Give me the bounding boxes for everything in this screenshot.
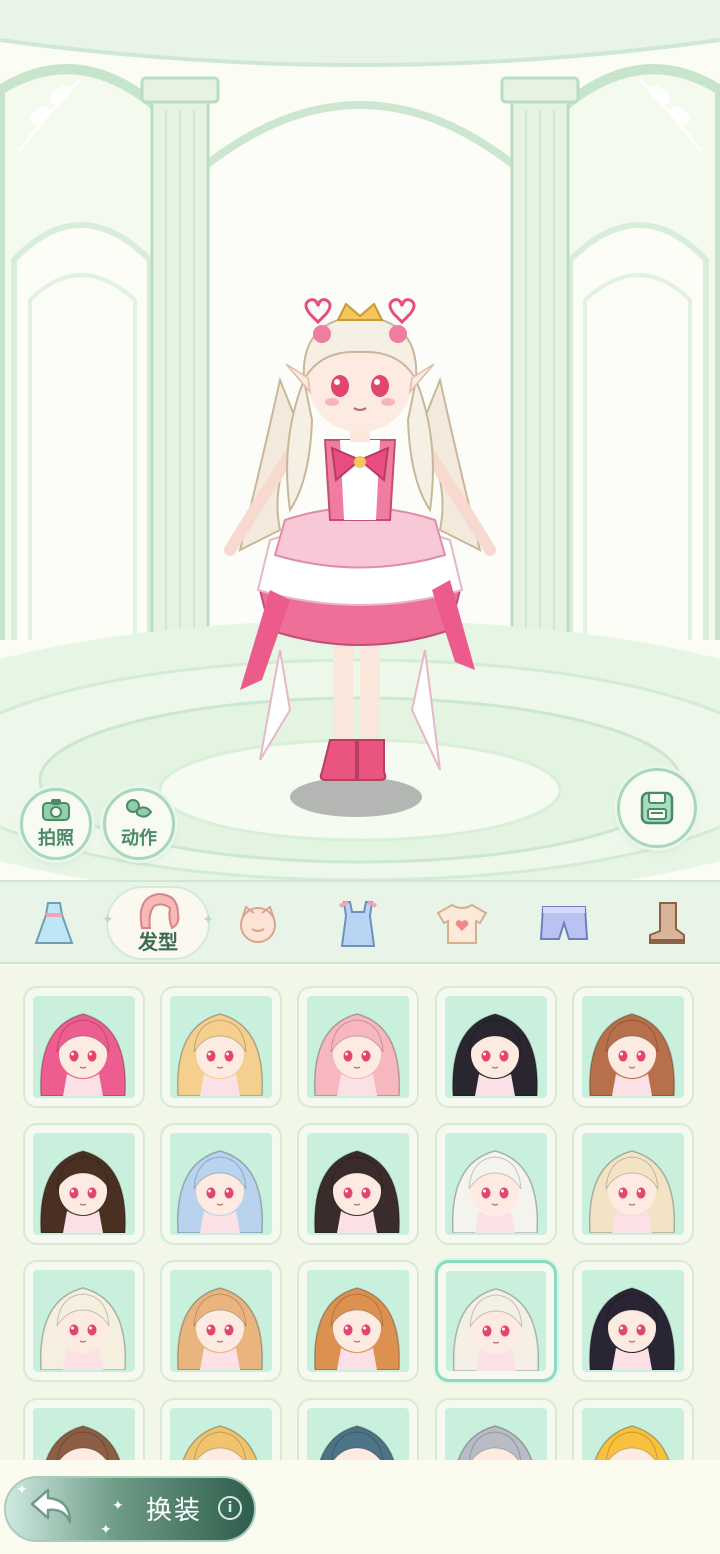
hair-preview-icon xyxy=(451,1150,539,1234)
info-icon[interactable]: i xyxy=(218,1496,242,1520)
hairstyle-option[interactable] xyxy=(572,986,694,1108)
hairstyle-thumbnail xyxy=(307,1270,409,1372)
hair-preview-icon xyxy=(176,1287,264,1371)
hairstyle-thumbnail xyxy=(170,1408,272,1460)
hair-preview-icon xyxy=(588,1150,676,1234)
tshirt-icon xyxy=(436,903,488,944)
hair-preview-icon xyxy=(452,1288,540,1371)
hair-preview-icon xyxy=(39,1287,127,1371)
hairstyle-option[interactable] xyxy=(297,1398,419,1460)
hairstyle-option[interactable] xyxy=(160,986,282,1108)
hairstyle-option[interactable] xyxy=(23,1123,145,1245)
hair-preview-icon xyxy=(313,1287,401,1371)
outfit-title: 换装 xyxy=(146,1496,203,1526)
hairstyle-thumbnail xyxy=(33,1133,135,1235)
character-avatar[interactable] xyxy=(200,290,520,830)
back-arrow-icon[interactable] xyxy=(28,1486,74,1526)
hairstyle-option[interactable] xyxy=(572,1398,694,1460)
boot-icon xyxy=(649,902,685,944)
hairstyle-option[interactable] xyxy=(160,1398,282,1460)
hairstyle-option[interactable] xyxy=(23,1398,145,1460)
hairstyle-option[interactable] xyxy=(435,1398,557,1460)
hairstyle-thumbnail xyxy=(582,1133,684,1235)
hairstyle-option[interactable] xyxy=(160,1260,282,1382)
overalls-icon xyxy=(339,900,377,947)
hair-preview-icon xyxy=(45,1425,121,1460)
hairstyle-thumbnail xyxy=(582,996,684,1098)
dressup-stage: 拍照 动作 xyxy=(0,0,720,880)
hairstyle-thumbnail xyxy=(445,1133,547,1235)
hairstyle-thumbnail xyxy=(170,996,272,1098)
hair-preview-icon xyxy=(594,1425,670,1460)
hairstyle-option[interactable] xyxy=(435,986,557,1108)
action-label: 动作 xyxy=(121,828,157,849)
photo-label: 拍照 xyxy=(38,828,74,849)
hair-preview-icon xyxy=(176,1150,264,1234)
hairstyle-thumbnail xyxy=(445,996,547,1098)
hairstyle-thumbnail xyxy=(307,1408,409,1460)
tab-face[interactable] xyxy=(228,888,288,958)
hairstyle-thumbnail xyxy=(446,1271,546,1371)
hair-preview-icon xyxy=(451,1013,539,1097)
hair-preview-icon xyxy=(39,1150,127,1234)
hairstyle-thumbnail xyxy=(307,996,409,1098)
hair-preview-icon xyxy=(182,1425,258,1460)
sparkle-icon: ✦ xyxy=(100,1522,112,1538)
hair-preview-icon xyxy=(588,1287,676,1371)
hairstyle-thumbnail xyxy=(307,1133,409,1235)
hairstyle-option[interactable] xyxy=(435,1123,557,1245)
hair-preview-icon xyxy=(588,1013,676,1097)
tab-top[interactable] xyxy=(432,888,492,958)
hairstyle-thumbnail xyxy=(33,1270,135,1372)
dress-icon xyxy=(34,902,74,944)
bottom-bar: ✦ ✦ ✦ 换装 i xyxy=(0,1460,720,1554)
hair-preview-icon xyxy=(457,1425,533,1460)
hairstyle-option[interactable] xyxy=(297,1123,419,1245)
hair-preview-icon xyxy=(313,1150,401,1234)
sparkle-icon: ✦ xyxy=(102,912,114,928)
hairstyle-thumbnail xyxy=(170,1270,272,1372)
shorts-icon xyxy=(539,906,589,940)
hairstyle-thumbnail xyxy=(445,1408,547,1460)
floppy-disk-icon xyxy=(640,791,674,825)
hairstyle-option[interactable] xyxy=(23,986,145,1108)
tab-dress[interactable] xyxy=(24,888,84,958)
tab-overalls[interactable] xyxy=(328,888,388,958)
tab-bottoms[interactable] xyxy=(534,888,594,958)
tab-shoes[interactable] xyxy=(636,888,696,958)
tab-hairstyle[interactable]: ✦ ✦ 发型 xyxy=(102,886,214,960)
hairstyle-option[interactable] xyxy=(297,986,419,1108)
pose-icon xyxy=(126,799,153,818)
tab-hairstyle-label: 发型 xyxy=(138,930,178,954)
hairstyle-thumbnail xyxy=(582,1408,684,1460)
category-tabs: ✦ ✦ 发型 xyxy=(0,880,720,964)
save-button[interactable] xyxy=(617,768,697,848)
hair-preview-icon xyxy=(39,1013,127,1097)
hairstyle-thumbnail xyxy=(170,1133,272,1235)
hairstyle-thumbnail xyxy=(33,1408,135,1460)
camera-icon xyxy=(42,799,70,821)
hairstyle-thumbnail xyxy=(582,1270,684,1372)
hairstyle-option[interactable] xyxy=(435,1260,557,1382)
photo-button[interactable]: 拍照 xyxy=(20,788,92,860)
sparkle-icon: ✦ xyxy=(112,1498,124,1514)
sparkle-icon: ✦ xyxy=(16,1482,28,1498)
hairstyle-option[interactable] xyxy=(572,1260,694,1382)
hair-preview-icon xyxy=(319,1425,395,1460)
hair-preview-icon xyxy=(313,1013,401,1097)
hairstyle-option[interactable] xyxy=(572,1123,694,1245)
hairstyle-option[interactable] xyxy=(297,1260,419,1382)
hairstyle-thumbnail xyxy=(33,996,135,1098)
hairstyle-option[interactable] xyxy=(160,1123,282,1245)
sparkle-icon: ✦ xyxy=(202,912,214,928)
hairstyle-option[interactable] xyxy=(23,1260,145,1382)
hairstyle-grid xyxy=(0,966,720,1460)
face-icon xyxy=(240,905,276,943)
action-button[interactable]: 动作 xyxy=(103,788,175,860)
hair-preview-icon xyxy=(176,1013,264,1097)
